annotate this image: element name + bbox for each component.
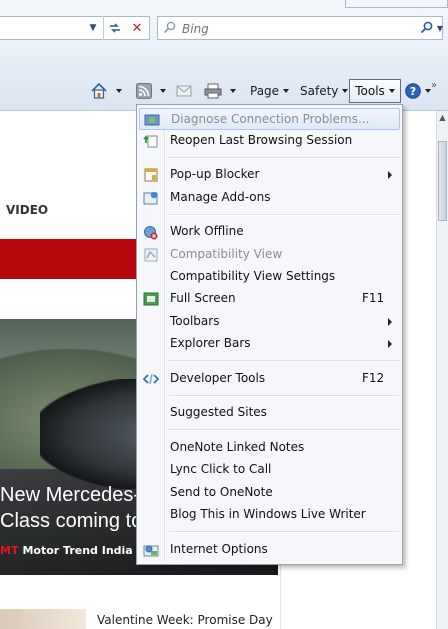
- fullscreen-icon: [143, 291, 159, 307]
- menu-item-popup-blocker[interactable]: Pop-up Blocker: [139, 164, 400, 186]
- tab-strip-edge: [345, 0, 448, 8]
- submenu-arrow-icon: [388, 318, 392, 326]
- tools-menu-label: Tools: [355, 84, 385, 98]
- refresh-icon: [109, 23, 120, 33]
- home-button[interactable]: [90, 80, 122, 102]
- chevron-down-icon: [388, 89, 395, 93]
- work-offline-icon: [143, 224, 159, 240]
- svg-text:?: ?: [410, 85, 416, 98]
- menu-item-compatibility-view[interactable]: Compatibility View: [139, 244, 400, 266]
- developer-tools-icon: [143, 371, 159, 387]
- diagnose-icon: [144, 112, 160, 128]
- section-label-video[interactable]: VIDEO: [6, 203, 48, 217]
- chevron-down-icon: [230, 89, 236, 93]
- vertical-scrollbar[interactable]: ▲: [436, 111, 448, 629]
- menu-item-full-screen[interactable]: Full Screen F11: [139, 288, 400, 310]
- command-bar-chevron[interactable]: »: [431, 80, 437, 91]
- shortcut-f11: F11: [362, 291, 385, 305]
- help-menu-button[interactable]: ?: [405, 80, 431, 102]
- menu-item-diagnose-connection[interactable]: Diagnose Connection Problems...: [139, 108, 400, 130]
- tools-dropdown-menu: Diagnose Connection Problems... Reopen L…: [136, 104, 403, 565]
- printer-icon: [204, 83, 222, 99]
- search-box[interactable]: [157, 16, 443, 40]
- tools-menu-button[interactable]: Tools: [349, 79, 401, 103]
- safety-menu-label: Safety: [300, 84, 339, 98]
- feeds-button[interactable]: [136, 80, 166, 102]
- address-bar-row: ▼ ✕ ▼: [0, 0, 448, 58]
- menu-separator: [169, 395, 399, 397]
- mail-icon: [176, 85, 192, 97]
- menu-separator: [169, 531, 399, 533]
- menu-item-lync-click-to-call[interactable]: Lync Click to Call: [139, 459, 400, 481]
- scrollbar-thumb[interactable]: [438, 141, 447, 221]
- menu-item-reopen-session[interactable]: Reopen Last Browsing Session: [139, 130, 400, 152]
- menu-item-suggested-sites[interactable]: Suggested Sites: [139, 402, 400, 424]
- read-mail-button[interactable]: [176, 80, 192, 102]
- menu-item-developer-tools[interactable]: Developer Tools F12: [139, 368, 400, 390]
- search-icon: [163, 21, 176, 34]
- print-button[interactable]: [204, 80, 236, 102]
- chevron-down-icon: [342, 89, 349, 93]
- menu-separator: [169, 157, 399, 159]
- menu-item-internet-options[interactable]: Internet Options: [139, 539, 400, 561]
- menu-item-send-to-onenote[interactable]: Send to OneNote: [139, 482, 400, 504]
- popup-blocker-icon: [143, 167, 159, 183]
- hero-source-label: Motor Trend India: [22, 544, 133, 557]
- submenu-arrow-icon: [388, 171, 392, 179]
- chevron-down-icon: [425, 89, 431, 93]
- chevron-down-icon: [160, 89, 166, 93]
- browser-window: ▼ ✕ ▼ »: [0, 0, 448, 629]
- shortcut-f12: F12: [362, 371, 385, 385]
- menu-item-compatibility-view-settings[interactable]: Compatibility View Settings: [139, 266, 400, 288]
- internet-options-icon: [143, 542, 159, 558]
- rss-feed-icon: [136, 83, 152, 99]
- safety-menu-button[interactable]: Safety: [300, 80, 349, 102]
- menu-item-explorer-bars[interactable]: Explorer Bars: [139, 333, 400, 355]
- chevron-down-icon: ▼: [89, 23, 97, 33]
- menu-separator: [169, 429, 399, 431]
- menu-item-work-offline[interactable]: Work Offline: [139, 221, 400, 243]
- menu-item-toolbars[interactable]: Toolbars: [139, 311, 400, 333]
- chevron-down-icon: [283, 89, 290, 93]
- menu-item-onenote-linked-notes[interactable]: OneNote Linked Notes: [139, 437, 400, 459]
- submenu-arrow-icon: [388, 340, 392, 348]
- menu-item-blog-this[interactable]: Blog This in Windows Live Writer: [139, 504, 400, 526]
- chevron-down-icon: [116, 89, 122, 93]
- motor-trend-logo: MT: [0, 544, 19, 557]
- hero-source: MT Motor Trend India: [0, 544, 133, 557]
- address-dropdown-button[interactable]: ▼: [82, 16, 104, 40]
- addons-icon: [143, 190, 159, 206]
- menu-separator: [169, 214, 399, 216]
- search-input[interactable]: [180, 20, 404, 38]
- refresh-button[interactable]: [103, 16, 125, 40]
- close-icon: ✕: [131, 20, 143, 36]
- menu-item-manage-addons[interactable]: Manage Add-ons: [139, 187, 400, 209]
- stop-button[interactable]: ✕: [126, 16, 148, 40]
- home-icon: [91, 82, 107, 99]
- page-menu-button[interactable]: Page: [250, 80, 290, 102]
- scroll-up-arrow-icon[interactable]: ▲: [437, 113, 448, 123]
- story-headline[interactable]: Valentine Week: Promise Day: [97, 613, 273, 627]
- menu-separator: [169, 360, 399, 362]
- story-thumbnail[interactable]: [0, 609, 86, 629]
- compat-view-icon: [143, 247, 159, 263]
- page-menu-label: Page: [250, 84, 280, 98]
- search-dropdown-button[interactable]: ▼: [432, 16, 448, 40]
- help-icon: ?: [405, 83, 421, 99]
- reopen-session-icon: [143, 133, 159, 149]
- chevron-down-icon: ▼: [436, 23, 444, 33]
